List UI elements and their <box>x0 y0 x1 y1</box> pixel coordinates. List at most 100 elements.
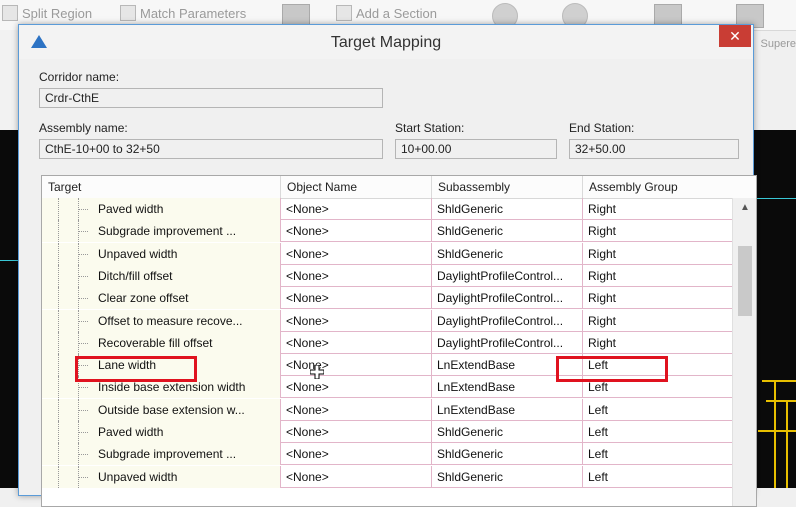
split-region-button[interactable]: Split Region <box>2 5 92 21</box>
target-label: Paved width <box>98 202 164 216</box>
scroll-up-arrow-icon[interactable]: ▲ <box>733 198 756 218</box>
subassembly-cell: ShldGeneric <box>431 465 582 488</box>
target-cell[interactable]: Unpaved width <box>42 465 280 488</box>
table-row[interactable]: Ditch/fill offset <None> DaylightProfileCo… <box>42 264 732 287</box>
assembly-group-cell: Right <box>582 198 732 220</box>
subassembly-cell: DaylightProfileControl... <box>431 309 582 332</box>
close-button[interactable]: ✕ <box>719 25 751 47</box>
left-group-highlight <box>556 356 668 382</box>
subassembly-cell: DaylightProfileControl... <box>431 264 582 287</box>
subassembly-cell: ShldGeneric <box>431 443 582 466</box>
object-name-cell[interactable]: <None> <box>280 220 431 243</box>
object-name-cell[interactable]: <None> <box>280 465 431 488</box>
end-station-label: End Station: <box>569 121 635 135</box>
target-label: Offset to measure recove... <box>98 313 243 328</box>
target-cell[interactable]: Subgrade improvement ... <box>42 443 280 466</box>
object-name-cell[interactable]: <None> <box>280 331 431 354</box>
table-row[interactable]: Subgrade improvement ... <None> ShldGeneri… <box>42 220 732 243</box>
target-label: Unpaved width <box>98 246 178 261</box>
header-assembly-group[interactable]: Assembly Group <box>582 176 756 198</box>
target-cell[interactable]: Subgrade improvement ... <box>42 220 280 243</box>
header-subassembly[interactable]: Subassembly <box>431 176 582 198</box>
table-row[interactable]: Unpaved width <None> ShldGeneric Left <box>42 465 732 488</box>
add-section-icon <box>336 5 352 21</box>
target-cell[interactable]: Paved width <box>42 198 280 220</box>
target-label: Paved width <box>98 425 164 439</box>
target-label: Unpaved width <box>98 469 178 484</box>
split-region-icon <box>2 5 18 21</box>
object-name-cell[interactable]: <None> <box>280 264 431 287</box>
target-label: Ditch/fill offset <box>98 268 173 283</box>
grid-header: Target Object Name Subassembly Assembly … <box>42 176 756 199</box>
target-cell[interactable]: Clear zone offset <box>42 287 280 310</box>
assembly-group-cell: Right <box>582 220 732 243</box>
table-row[interactable]: Outside base extension w... <None> LnExten… <box>42 398 732 421</box>
object-name-cell[interactable]: <None> <box>280 287 431 310</box>
assembly-group-cell: Left <box>582 421 732 443</box>
target-cell[interactable]: Paved width <box>42 421 280 443</box>
target-label: Subgrade improvement ... <box>98 447 237 462</box>
object-name-cell[interactable]: <None> <box>280 398 431 421</box>
superelevation-label: Supere <box>760 38 796 50</box>
target-cell[interactable]: Recoverable fill offset <box>42 331 280 354</box>
drawing-canvas-left <box>0 130 18 488</box>
target-mapping-dialog: Target Mapping ✕ Corridor name: Crdr-Cth… <box>18 24 757 507</box>
target-label: Outside base extension w... <box>98 402 245 417</box>
table-row[interactable]: Subgrade improvement ... <None> ShldGeneri… <box>42 443 732 466</box>
subassembly-cell: ShldGeneric <box>431 198 582 220</box>
crosshair-cursor-icon <box>310 365 324 379</box>
subassembly-cell: ShldGeneric <box>431 421 582 443</box>
object-name-cell[interactable]: <None> <box>280 242 431 265</box>
object-name-cell[interactable]: <None> <box>280 376 431 399</box>
target-label: Subgrade improvement ... <box>98 224 237 239</box>
target-label: Recoverable fill offset <box>98 335 213 350</box>
header-object-name[interactable]: Object Name <box>280 176 431 198</box>
lane-width-highlight <box>75 356 197 382</box>
object-name-cell[interactable]: <None> <box>280 309 431 332</box>
header-target[interactable]: Target <box>42 176 280 198</box>
corridor-name-field: Crdr-CthE <box>39 88 383 108</box>
object-name-cell[interactable]: <None> <box>280 198 431 220</box>
assembly-group-cell: Left <box>582 465 732 488</box>
assembly-group-cell: Right <box>582 242 732 265</box>
subassembly-cell: DaylightProfileControl... <box>431 287 582 310</box>
subassembly-cell: ShldGeneric <box>431 242 582 265</box>
start-station-label: Start Station: <box>395 121 465 135</box>
object-name-cell[interactable]: <None> <box>280 443 431 466</box>
table-row[interactable]: Offset to measure recove... <None> Dayligh… <box>42 309 732 332</box>
target-label: Clear zone offset <box>98 291 189 306</box>
match-parameters-icon <box>120 5 136 21</box>
table-row[interactable]: Unpaved width <None> ShldGeneric Right <box>42 242 732 265</box>
assembly-name-label: Assembly name: <box>39 121 128 135</box>
vertical-scrollbar[interactable]: ▲ <box>732 198 756 506</box>
table-row[interactable]: Clear zone offset <None> DaylightProfileCo… <box>42 287 732 310</box>
target-cell[interactable]: Unpaved width <box>42 242 280 265</box>
add-section-button[interactable]: Add a Section <box>336 5 437 21</box>
assembly-name-field: CthE-10+00 to 32+50 <box>39 139 383 159</box>
object-name-cell[interactable]: <None> <box>280 421 431 443</box>
assembly-group-cell: Right <box>582 264 732 287</box>
start-station-field: 10+00.00 <box>395 139 557 159</box>
scroll-thumb[interactable] <box>738 246 752 316</box>
assembly-group-cell: Left <box>582 443 732 466</box>
assembly-group-cell: Right <box>582 331 732 354</box>
target-cell[interactable]: Ditch/fill offset <box>42 264 280 287</box>
table-row[interactable]: Paved width <None> ShldGeneric Right <box>42 198 732 220</box>
assembly-group-cell: Right <box>582 287 732 310</box>
object-name-cell[interactable]: <None> <box>280 354 431 377</box>
subassembly-cell: ShldGeneric <box>431 220 582 243</box>
target-cell[interactable]: Outside base extension w... <box>42 398 280 421</box>
corridor-name-label: Corridor name: <box>39 70 120 84</box>
subassembly-cell: DaylightProfileControl... <box>431 331 582 354</box>
target-mapping-grid[interactable]: Target Object Name Subassembly Assembly … <box>41 175 757 507</box>
dialog-title: Target Mapping <box>330 34 442 51</box>
left-panel-strip <box>0 30 18 130</box>
target-cell[interactable]: Offset to measure recove... <box>42 309 280 332</box>
assembly-group-cell: Left <box>582 398 732 421</box>
table-row[interactable]: Paved width <None> ShldGeneric Left <box>42 421 732 443</box>
drawing-canvas-right <box>752 130 796 488</box>
subassembly-cell: LnExtendBase <box>431 398 582 421</box>
match-parameters-button[interactable]: Match Parameters <box>120 5 246 21</box>
dialog-titlebar[interactable]: Target Mapping ✕ <box>19 25 753 59</box>
table-row[interactable]: Recoverable fill offset <None> DaylightPro… <box>42 331 732 354</box>
